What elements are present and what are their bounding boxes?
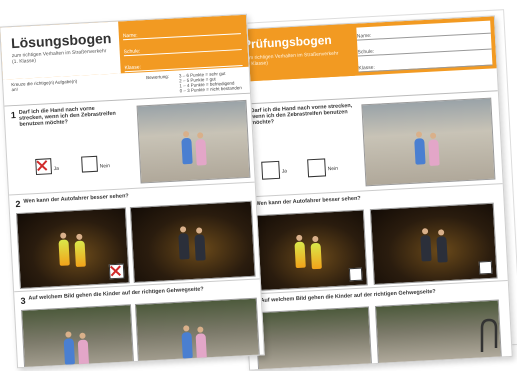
solution-q2-a-checkbox[interactable]: [108, 263, 125, 280]
exam-subtitle: zum richtigen Verhalten im Straßenverkeh…: [243, 50, 339, 68]
solution-q3-photo-b: [134, 297, 261, 369]
solution-question-3: 3 Auf welchem Bild gehen die Kinder auf …: [14, 279, 264, 369]
exam-sheet: Prüfungsbogen zum richtigen Verhalten im…: [231, 15, 513, 371]
paper-clip-icon: [480, 318, 498, 352]
exam-q1-photo: [361, 97, 496, 187]
exam-question-3: 3 Auf welchem Bild gehen die Kinder auf …: [246, 281, 512, 371]
solution-fields: Name: Schule: Klasse:: [122, 21, 243, 73]
solution-question-2: 2 Wen kann der Autofahrer besser sehen?: [9, 182, 260, 293]
exam-q1-yes-checkbox[interactable]: [261, 160, 281, 180]
exam-fields: Name: Schule: Klasse:: [356, 20, 493, 73]
solution-q2-photo-b: [129, 200, 256, 284]
exam-q2-a-checkbox[interactable]: [348, 267, 363, 282]
solution-subtitle: zum richtigen Verhalten im Straßenverkeh…: [11, 48, 107, 66]
exam-q3-photo-a: [255, 306, 373, 371]
solution-q3-photo-a: [21, 304, 135, 369]
exam-q2-b-checkbox[interactable]: [478, 260, 493, 275]
solution-q1-photo: [136, 99, 251, 184]
exam-q1-no-checkbox[interactable]: [307, 158, 327, 178]
solution-q1-no-checkbox[interactable]: [81, 155, 98, 173]
solution-q1-yes-checkbox[interactable]: [35, 158, 53, 176]
solution-sheet: Lösungsbogen zum richtigen Verhalten im …: [0, 13, 265, 369]
exam-question-2: 2 Wen kann der Autofahrer besser sehen?: [241, 184, 508, 295]
exam-question-1: 1 Darf ich die Hand nach vorne strecken,…: [236, 91, 503, 198]
exam-title: Prüfungsbogen: [242, 32, 332, 52]
solution-question-1: 1 Darf ich die Hand nach vorne strecken,…: [4, 93, 255, 196]
